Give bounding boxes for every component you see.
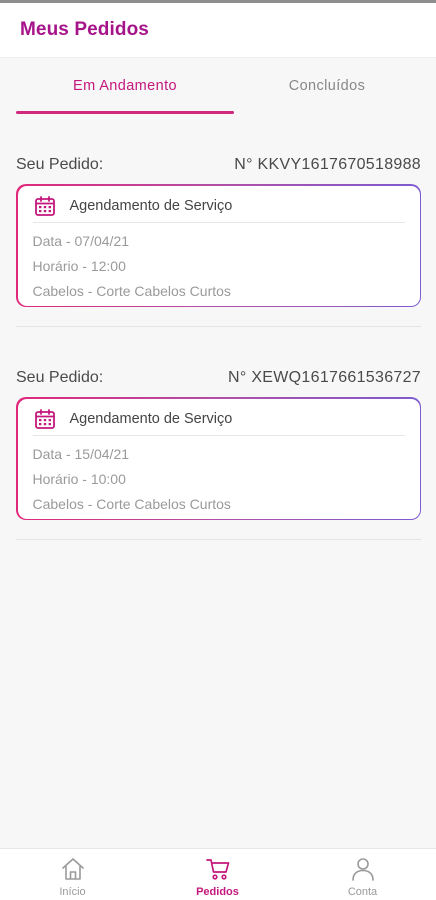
order-label: Seu Pedido:	[16, 156, 104, 173]
order-date: Data - 15/04/21	[32, 445, 130, 462]
order-date: Data - 07/04/21	[32, 232, 130, 249]
nav-account[interactable]: Conta	[290, 849, 435, 900]
tab-completed[interactable]: Concluídos	[218, 58, 436, 116]
home-icon	[61, 858, 84, 880]
cart-icon	[205, 859, 229, 880]
app-bar: Meus Pedidos	[0, 3, 436, 58]
bottom-navigation: Início Pedidos Conta	[0, 848, 436, 900]
page-title: Meus Pedidos	[20, 19, 149, 40]
nav-home-label: Início	[59, 886, 86, 898]
order-number: N° KKVY1617670518988	[234, 156, 421, 173]
order-service: Cabelos - Corte Cabelos Curtos	[32, 282, 231, 299]
order-card[interactable]: Agendamento de Serviço Data - 15/04/21 H…	[16, 397, 421, 520]
nav-orders[interactable]: Pedidos	[145, 849, 290, 900]
order-item: Seu Pedido: N° KKVY1617670518988 Agendam…	[16, 154, 421, 307]
tab-bar: Em Andamento Concluídos	[0, 58, 436, 116]
nav-account-label: Conta	[347, 886, 378, 898]
order-divider	[16, 326, 421, 327]
card-header: Agendamento de Serviço	[32, 193, 405, 223]
order-time: Horário - 10:00	[32, 470, 126, 487]
order-divider	[16, 539, 421, 540]
active-tab-indicator	[16, 111, 234, 114]
nav-orders-label: Pedidos	[196, 886, 239, 898]
order-header: Seu Pedido: N° XEWQ1617661536727	[16, 367, 421, 389]
nav-home[interactable]: Início	[0, 849, 145, 900]
user-icon	[351, 858, 374, 881]
order-item: Seu Pedido: N° XEWQ1617661536727 Agendam…	[16, 367, 421, 520]
order-number: N° XEWQ1617661536727	[228, 369, 421, 386]
order-label: Seu Pedido:	[16, 369, 104, 386]
order-card[interactable]: Agendamento de Serviço Data - 07/04/21 H…	[16, 184, 421, 307]
card-header: Agendamento de Serviço	[32, 406, 405, 436]
order-header: Seu Pedido: N° KKVY1617670518988	[16, 154, 421, 176]
card-title: Agendamento de Serviço	[69, 197, 233, 214]
tab-in-progress[interactable]: Em Andamento	[16, 58, 234, 116]
order-time: Horário - 12:00	[32, 257, 126, 274]
card-title: Agendamento de Serviço	[69, 410, 233, 427]
calendar-icon	[34, 195, 55, 216]
order-service: Cabelos - Corte Cabelos Curtos	[32, 495, 231, 512]
calendar-icon	[34, 408, 55, 429]
